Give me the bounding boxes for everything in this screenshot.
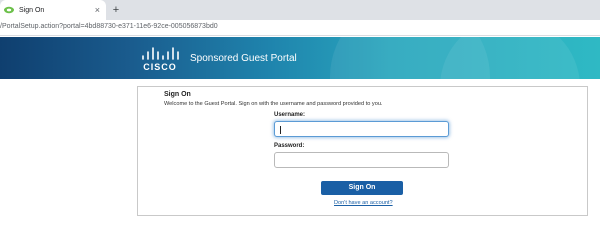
tab-strip: Sign On × + bbox=[0, 0, 600, 20]
signon-title: Sign On bbox=[164, 91, 191, 98]
portal-title: Sponsored Guest Portal bbox=[190, 53, 297, 64]
cisco-logo: CISCO bbox=[140, 46, 180, 72]
portal-banner: CISCO Sponsored Guest Portal bbox=[0, 37, 600, 79]
tab-close-icon[interactable]: × bbox=[95, 4, 100, 16]
signon-button[interactable]: Sign On bbox=[321, 181, 403, 195]
password-label: Password: bbox=[274, 143, 305, 149]
password-field[interactable] bbox=[274, 152, 449, 168]
text-caret bbox=[280, 126, 281, 134]
no-account-link[interactable]: Don't have an account? bbox=[334, 200, 393, 206]
tab-title: Sign On bbox=[19, 6, 45, 14]
cisco-favicon-icon bbox=[4, 6, 14, 14]
tab-sign-on[interactable]: Sign On × bbox=[0, 0, 106, 20]
url-text[interactable]: /PortalSetup.action?portal=4bd88730-e371… bbox=[0, 23, 218, 30]
username-field[interactable] bbox=[274, 121, 449, 137]
cisco-logo-text: CISCO bbox=[143, 62, 177, 72]
address-bar[interactable]: /PortalSetup.action?portal=4bd88730-e371… bbox=[0, 20, 600, 36]
signon-panel: Sign On Welcome to the Guest Portal. Sig… bbox=[137, 86, 588, 216]
welcome-text: Welcome to the Guest Portal. Sign on wit… bbox=[164, 101, 383, 107]
banner-decoration bbox=[440, 37, 580, 79]
username-label: Username: bbox=[274, 112, 306, 118]
cisco-bridge-icon: CISCO bbox=[142, 47, 179, 72]
new-tab-button[interactable]: + bbox=[109, 3, 123, 17]
